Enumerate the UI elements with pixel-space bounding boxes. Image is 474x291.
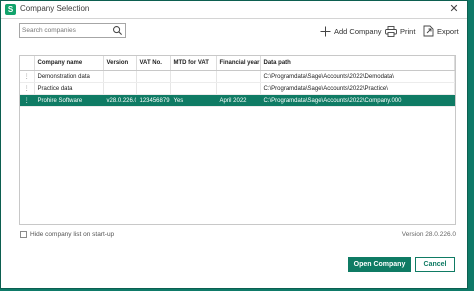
company-name-cell: Prohire Software bbox=[34, 94, 104, 107]
title-bar: S Company Selection ✕ bbox=[1, 1, 467, 19]
close-icon[interactable]: ✕ bbox=[447, 2, 461, 16]
column-header-mtd-for-vat[interactable]: MTD for VAT bbox=[170, 56, 217, 71]
column-header-handle bbox=[20, 56, 35, 71]
export-icon bbox=[423, 25, 434, 37]
financial-year-cell: April 2022 bbox=[216, 94, 261, 107]
vat-cell bbox=[136, 70, 171, 83]
open-company-button[interactable]: Open Company bbox=[348, 257, 411, 272]
hide-company-list-label: Hide company list on start-up bbox=[30, 231, 115, 238]
column-header-financial-year[interactable]: Financial year bbox=[216, 56, 261, 71]
drag-handle-icon[interactable]: ⋮ bbox=[20, 82, 35, 95]
drag-handle-icon[interactable]: ⋮ bbox=[20, 70, 35, 83]
search-box[interactable] bbox=[19, 23, 126, 38]
export-label: Export bbox=[437, 26, 459, 36]
plus-icon bbox=[320, 26, 331, 36]
vat-cell bbox=[136, 82, 171, 95]
company-name-cell: Demonstration data bbox=[34, 70, 104, 83]
table-row[interactable]: ⋮ Practice data C:\Programdata\Sage\Acco… bbox=[20, 82, 455, 95]
table-row[interactable]: ⋮ Demonstration data C:\Programdata\Sage… bbox=[20, 70, 455, 83]
financial-year-cell bbox=[216, 82, 261, 95]
column-header-vat-no[interactable]: VAT No. bbox=[136, 56, 171, 71]
company-name-cell: Practice data bbox=[34, 82, 104, 95]
export-button[interactable]: Export bbox=[423, 23, 459, 39]
window-title: Company Selection bbox=[20, 4, 90, 13]
search-input[interactable] bbox=[22, 25, 110, 36]
drag-handle-icon[interactable]: ⋮ bbox=[20, 94, 35, 107]
company-selection-window: S Company Selection ✕ Add Company Print … bbox=[0, 0, 468, 289]
vat-cell: 123456879 bbox=[136, 94, 171, 107]
printer-icon bbox=[385, 25, 397, 37]
version-cell: v28.0.226.0 bbox=[103, 94, 137, 107]
data-path-cell: C:\Programdata\Sage\Accounts\2022\Demoda… bbox=[260, 70, 455, 83]
table-row-selected[interactable]: ⋮ Prohire Software v28.0.226.0 123456879… bbox=[20, 94, 455, 107]
table-header-row: Company name Version VAT No. MTD for VAT… bbox=[20, 56, 455, 71]
data-path-cell: C:\Programdata\Sage\Accounts\2022\Practi… bbox=[260, 82, 455, 95]
print-label: Print bbox=[400, 26, 416, 36]
company-list-table: Company name Version VAT No. MTD for VAT… bbox=[19, 55, 456, 225]
mtd-cell: Yes bbox=[170, 94, 217, 107]
cancel-button[interactable]: Cancel bbox=[415, 257, 455, 272]
mtd-cell bbox=[170, 70, 217, 83]
add-company-label: Add Company bbox=[334, 26, 382, 36]
financial-year-cell bbox=[216, 70, 261, 83]
print-button[interactable]: Print bbox=[385, 23, 415, 39]
version-cell bbox=[103, 82, 137, 95]
search-icon[interactable] bbox=[112, 25, 123, 36]
column-header-company-name[interactable]: Company name bbox=[34, 56, 104, 71]
hide-company-list-option[interactable]: Hide company list on start-up bbox=[20, 231, 114, 238]
column-header-data-path[interactable]: Data path bbox=[260, 56, 455, 71]
hide-company-list-checkbox[interactable] bbox=[20, 231, 27, 238]
add-company-button[interactable]: Add Company bbox=[320, 23, 382, 39]
version-label: Version 28.0.226.0 bbox=[401, 231, 456, 238]
sage-app-icon: S bbox=[5, 4, 16, 15]
data-path-cell: C:\Programdata\Sage\Accounts\2022\Compan… bbox=[260, 94, 455, 107]
mtd-cell bbox=[170, 82, 217, 95]
column-header-version[interactable]: Version bbox=[103, 56, 137, 71]
version-cell bbox=[103, 70, 137, 83]
